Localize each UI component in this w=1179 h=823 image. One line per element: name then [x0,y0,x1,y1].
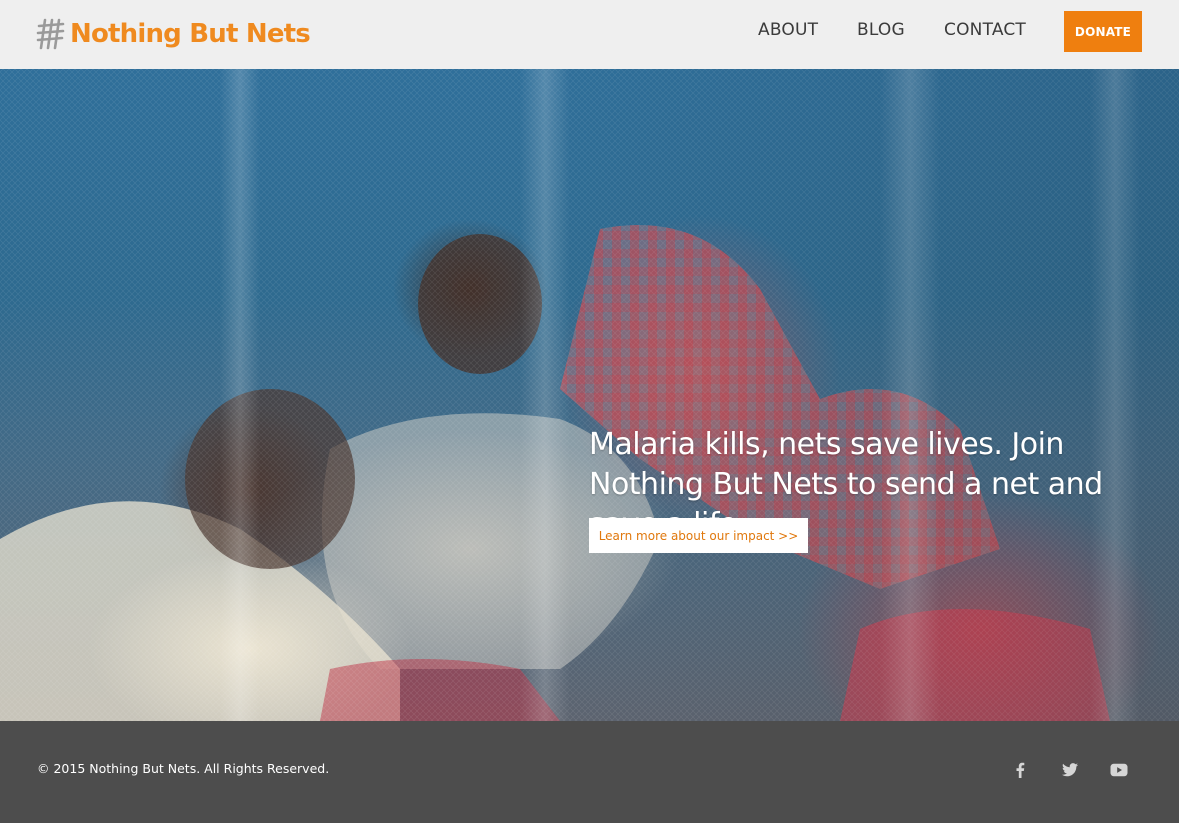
youtube-icon[interactable] [1109,760,1129,780]
learn-more-button[interactable]: Learn more about our impact >> [589,518,808,553]
nav-contact[interactable]: CONTACT [944,19,1026,41]
hero-banner: Malaria kills, nets save lives. Join Not… [0,69,1179,721]
donate-button[interactable]: DONATE [1064,11,1142,52]
nav-blog[interactable]: BLOG [857,19,905,41]
facebook-icon[interactable] [1010,760,1030,780]
copyright-text: © 2015 Nothing But Nets. All Rights Rese… [37,761,330,776]
brand-logo[interactable]: Nothing But Nets [36,16,311,52]
site-footer: © 2015 Nothing But Nets. All Rights Rese… [0,721,1179,823]
brand-name: Nothing But Nets [70,19,311,49]
site-header: Nothing But Nets ABOUT BLOG CONTACT DONA… [0,0,1179,69]
hero-overlay [0,69,1179,721]
net-logo-icon [36,18,65,50]
twitter-icon[interactable] [1060,760,1080,780]
nav-about[interactable]: ABOUT [758,19,818,41]
